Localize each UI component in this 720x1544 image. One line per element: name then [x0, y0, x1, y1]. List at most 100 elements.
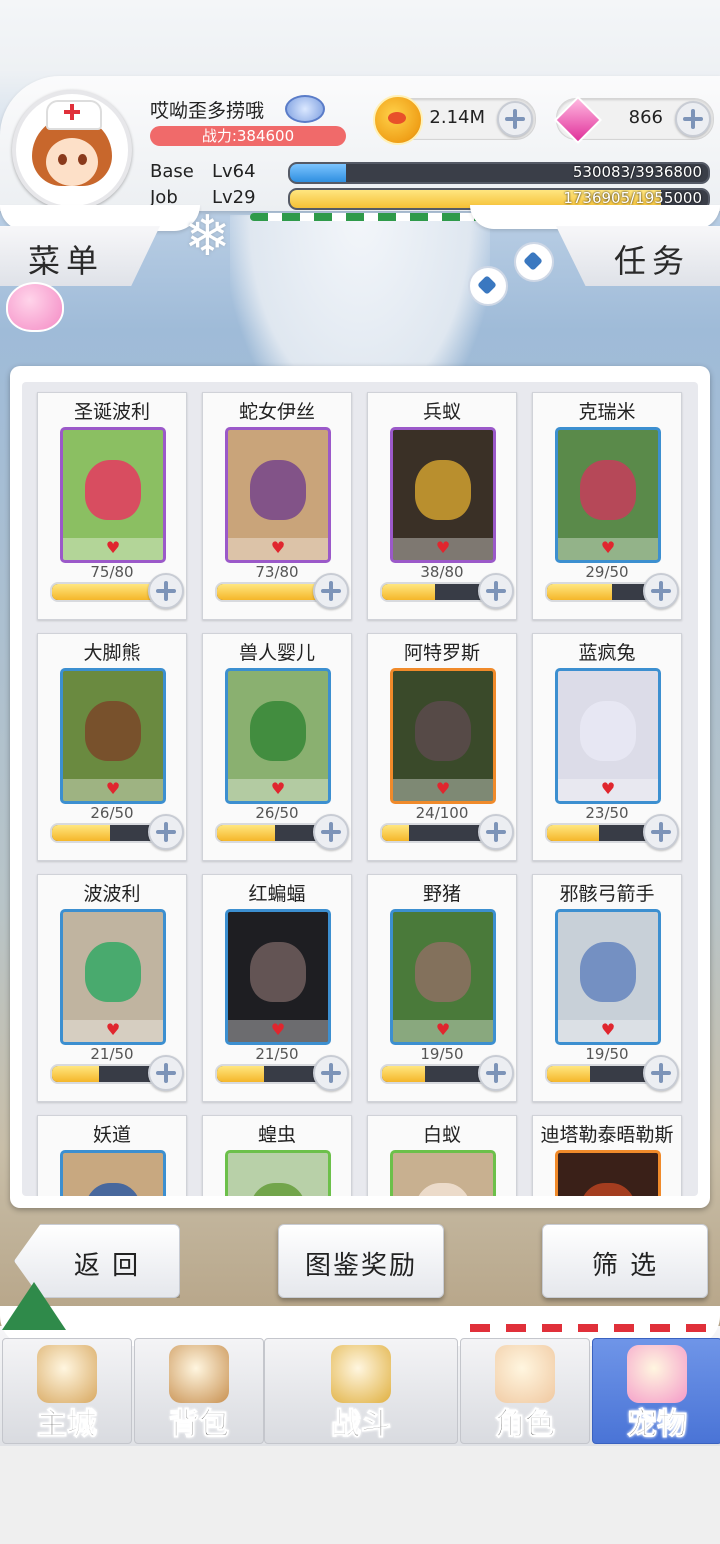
christmas-tree-icon	[2, 1282, 66, 1330]
pet-creature-icon	[415, 701, 471, 761]
pet-name: 妖道	[92, 1124, 131, 1146]
gold-currency: 2.14M	[373, 95, 536, 145]
favorite-heart-icon: ♥	[270, 779, 286, 798]
pet-card[interactable]: 波波利 ♥ 21/50	[37, 874, 187, 1102]
nav-item-0[interactable]: 主城	[2, 1338, 132, 1444]
base-label: Base	[150, 161, 194, 182]
add-shard-button[interactable]	[643, 1055, 679, 1091]
player-avatar[interactable]	[12, 90, 132, 210]
pet-name: 野猪	[422, 883, 461, 905]
pet-portrait[interactable]: ♥	[225, 427, 331, 563]
pet-portrait[interactable]: ♥	[60, 668, 166, 804]
pet-card[interactable]: 兽人婴儿 ♥ 26/50	[202, 633, 352, 861]
pet-card[interactable]: 克瑞米 ♥ 29/50	[532, 392, 682, 620]
backpack-icon	[169, 1345, 229, 1403]
pet-name: 兽人婴儿	[238, 642, 315, 664]
pet-card[interactable]: 红蝙蝠 ♥ 21/50	[202, 874, 352, 1102]
pet-creature-icon	[85, 460, 141, 520]
pet-name: 圣诞波利	[73, 401, 150, 423]
add-shard-button[interactable]	[313, 1055, 349, 1091]
pet-portrait[interactable]: ♥	[60, 1150, 166, 1196]
pet-card[interactable]: 蛇女伊丝 ♥ 73/80	[202, 392, 352, 620]
favorite-heart-icon: ♥	[105, 538, 121, 557]
pet-portrait[interactable]: ♥	[225, 909, 331, 1045]
pet-portrait[interactable]: ♥	[225, 668, 331, 804]
favorite-heart-icon: ♥	[435, 538, 451, 557]
favorite-heart-icon: ♥	[600, 1020, 616, 1039]
pet-portrait[interactable]: ♥	[555, 1150, 661, 1196]
add-gold-button[interactable]	[497, 101, 533, 137]
snow-decoration	[470, 205, 720, 229]
add-shard-button[interactable]	[148, 814, 184, 850]
pet-card[interactable]: 白蚁 ♥	[367, 1115, 517, 1196]
pet-name: 红蝙蝠	[248, 883, 306, 905]
add-shard-button[interactable]	[313, 573, 349, 609]
pet-card[interactable]: 邪骸弓箭手 ♥ 19/50	[532, 874, 682, 1102]
favorite-heart-icon: ♥	[105, 1020, 121, 1039]
pet-portrait[interactable]: ♥	[60, 909, 166, 1045]
pet-card[interactable]: 蓝疯兔 ♥ 23/50	[532, 633, 682, 861]
nav-item-1[interactable]: 背包	[134, 1338, 264, 1444]
poring-icon[interactable]	[6, 282, 64, 332]
pet-card[interactable]: 妖道 ♥	[37, 1115, 187, 1196]
combat-power: 战力:384600	[150, 126, 346, 146]
collection-rewards-button[interactable]: 图鉴奖励	[278, 1224, 444, 1298]
nav-item-4[interactable]: 宠物	[592, 1338, 720, 1444]
pet-name: 蛇女伊丝	[238, 401, 315, 423]
base-exp-bar: 530083/3936800	[288, 162, 710, 184]
favorite-heart-icon: ♥	[435, 1020, 451, 1039]
base-level: Lv64	[212, 161, 256, 182]
player-name: 哎呦歪多捞哦	[150, 100, 265, 122]
favorite-heart-icon: ♥	[270, 1020, 286, 1039]
candy-cane-decoration	[470, 1324, 710, 1332]
snowflake-icon: ❄	[184, 204, 231, 269]
add-shard-button[interactable]	[643, 814, 679, 850]
add-gem-button[interactable]	[675, 101, 711, 137]
pet-creature-icon	[250, 460, 306, 520]
add-shard-button[interactable]	[478, 1055, 514, 1091]
pet-card[interactable]: 迪塔勒泰晤勒斯 ♥	[532, 1115, 682, 1196]
add-shard-button[interactable]	[148, 1055, 184, 1091]
favorite-heart-icon: ♥	[600, 538, 616, 557]
pet-portrait[interactable]: ♥	[555, 427, 661, 563]
favorite-heart-icon: ♥	[435, 779, 451, 798]
pet-portrait[interactable]: ♥	[390, 668, 496, 804]
gem-currency: 866	[553, 95, 714, 145]
pet-creature-icon	[250, 701, 306, 761]
pet-portrait[interactable]: ♥	[60, 427, 166, 563]
add-shard-button[interactable]	[478, 573, 514, 609]
pet-card[interactable]: 野猪 ♥ 19/50	[367, 874, 517, 1102]
pet-portrait[interactable]: ♥	[390, 1150, 496, 1196]
ornament-icon	[468, 266, 508, 306]
gem-amount: 866	[628, 107, 663, 128]
pet-portrait[interactable]: ♥	[555, 909, 661, 1045]
add-shard-button[interactable]	[313, 814, 349, 850]
pet-portrait[interactable]: ♥	[390, 909, 496, 1045]
nav-label: 战斗	[331, 1407, 392, 1443]
base-exp-text: 530083/3936800	[572, 163, 702, 181]
pet-card[interactable]: 大脚熊 ♥ 26/50	[37, 633, 187, 861]
nav-item-2[interactable]: 战斗	[264, 1338, 458, 1444]
pet-portrait[interactable]: ♥	[225, 1150, 331, 1196]
pet-name: 大脚熊	[83, 642, 141, 664]
pet-card[interactable]: 兵蚁 ♥ 38/80	[367, 392, 517, 620]
filter-button[interactable]: 筛 选	[542, 1224, 708, 1298]
pet-grid[interactable]: 圣诞波利 ♥ 75/80 蛇女伊丝 ♥ 73/80 兵蚁 ♥ 38/80 克瑞米 ♥ 29/50 大脚熊…	[22, 382, 698, 1196]
pet-card[interactable]: 蝗虫 ♥	[202, 1115, 352, 1196]
pet-creature-icon	[580, 701, 636, 761]
pet-card[interactable]: 阿特罗斯 ♥ 24/100	[367, 633, 517, 861]
battle-icon	[331, 1345, 391, 1403]
pet-name: 阿特罗斯	[403, 642, 480, 664]
pet-portrait[interactable]: ♥	[555, 668, 661, 804]
nav-item-3[interactable]: 角色	[460, 1338, 590, 1444]
pet-portrait[interactable]: ♥	[390, 427, 496, 563]
pet-icon	[627, 1345, 687, 1403]
pet-name: 克瑞米	[578, 401, 636, 423]
add-shard-button[interactable]	[148, 573, 184, 609]
pet-name: 邪骸弓箭手	[559, 883, 655, 905]
pet-creature-icon	[415, 460, 471, 520]
add-shard-button[interactable]	[643, 573, 679, 609]
add-shard-button[interactable]	[478, 814, 514, 850]
vip-badge-icon[interactable]	[285, 95, 325, 123]
pet-card[interactable]: 圣诞波利 ♥ 75/80	[37, 392, 187, 620]
